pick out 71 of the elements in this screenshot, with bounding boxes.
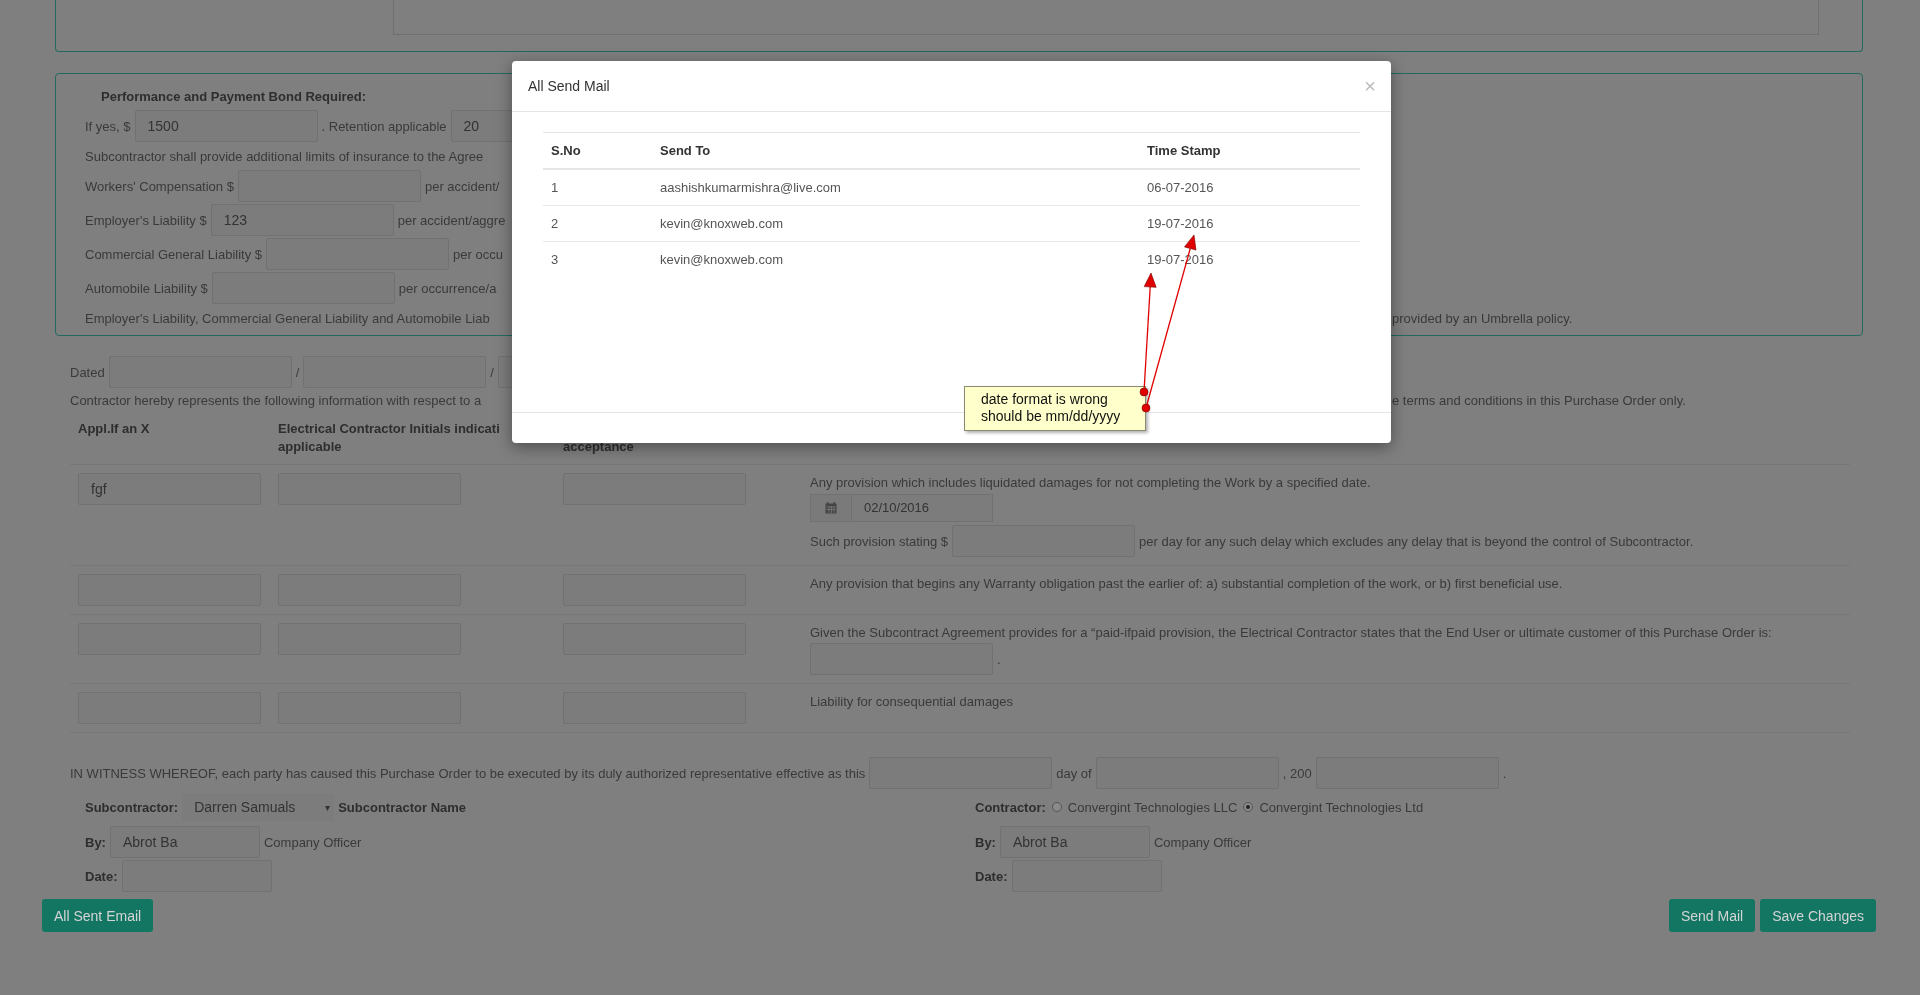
form-text: per accident/	[424, 178, 500, 194]
field-label: Date:	[85, 868, 118, 884]
form-text: .	[1502, 765, 1507, 781]
form-text: Commercial General Liability $	[85, 246, 262, 262]
form-text: Dated	[70, 364, 105, 380]
form-text: , 200	[1282, 765, 1312, 781]
input-field[interactable]: fgf	[78, 473, 261, 505]
form-text: per occurrence/a	[398, 280, 497, 296]
form-text: Company Officer	[263, 834, 362, 850]
field-label: Subcontractor Name	[338, 799, 467, 815]
form-text: e terms and conditions in this Purchase Order only.	[1392, 392, 1687, 408]
form-text: Given the Subcontract Agreement provides for a “paid-ifpaid provision, the Electrical Contractor states that the End User or ultimate customer of this Purchase Order is:	[810, 624, 1772, 640]
calendar-icon	[825, 502, 837, 514]
callout-note: date format is wrong should be mm/dd/yyyy	[964, 386, 1146, 431]
save-changes-button[interactable]: Save Changes	[1760, 899, 1876, 932]
form-text: Workers' Compensation $	[85, 178, 234, 194]
caret-icon: ▾	[325, 801, 331, 813]
form-text: /	[490, 364, 494, 380]
field-label: By:	[975, 834, 996, 850]
table-cell-text: kevin@knoxweb.com	[659, 252, 785, 267]
form-text: Employer's Liability $	[85, 212, 207, 228]
form-text: Employer's Liability, Commercial General Liability and Automobile Liab	[85, 310, 490, 326]
field-label: Date:	[975, 868, 1008, 884]
form-text: Any provision which includes liquidated damages for not completing the Work by a specified date.	[810, 474, 1371, 490]
form-text: Any provision that begins any Warranty obligation past the earlier of: a) substantial completion of the work, or b) first beneficial use.	[810, 575, 1563, 591]
radio-button[interactable]	[1051, 802, 1062, 812]
form-text: /	[295, 364, 300, 380]
form-text: per day for any such delay which excludes any delay that is beyond the control of Subcontractor.	[1139, 533, 1694, 549]
table-cell-text: 19-07-2016	[1146, 216, 1215, 231]
field-label: Subcontractor:	[85, 799, 179, 815]
form-text: Company Officer	[1153, 834, 1252, 850]
modal-title: All Send Mail	[528, 78, 610, 94]
form-text: Subcontractor shall provide additional limits of insurance to the Agree	[85, 148, 484, 164]
form-text: .	[997, 651, 1001, 667]
form-text: . Retention applicable	[321, 118, 447, 134]
radio-label[interactable]: Convergint Technologies Ltd	[1259, 799, 1424, 815]
field-label: Contractor:	[975, 799, 1046, 815]
column-header: Electrical Contractor Initials indicati applicable	[277, 420, 501, 456]
input-field[interactable]: 123	[210, 204, 394, 236]
radio-label[interactable]: Convergint Technologies LLC	[1067, 799, 1238, 815]
table-cell-text: 2	[550, 216, 560, 231]
form-text: per occu	[453, 246, 503, 262]
input-field[interactable]: 1500	[134, 110, 318, 142]
form-text: day of	[1056, 765, 1092, 781]
form-text: per accident/aggre	[397, 212, 506, 228]
column-header: S.No	[550, 143, 582, 158]
form-text: Such provision stating $	[810, 533, 949, 549]
section-title: Performance and Payment Bond Required:	[101, 88, 367, 106]
form-text: Liability for consequential damages	[810, 693, 1014, 709]
form-text: IN WITNESS WHEREOF, each party has caused this Purchase Order to be executed by its duly authorized representative effective as this	[70, 765, 866, 781]
close-button[interactable]: ×	[1364, 74, 1376, 98]
radio-button[interactable]	[1243, 802, 1254, 812]
table-cell-text: aashishkumarmishra@live.com	[659, 180, 842, 195]
all-sent-email-button[interactable]: All Sent Email	[42, 899, 154, 932]
date-field[interactable]: 02/10/2016	[810, 494, 993, 522]
column-header: Send To	[659, 143, 712, 158]
table-cell-text: 1	[550, 180, 560, 195]
column-header: acceptance	[562, 438, 635, 456]
input-field[interactable]: Abrot Ba	[999, 826, 1150, 858]
input-field[interactable]: Abrot Ba	[109, 826, 260, 858]
table-cell-text: 3	[550, 252, 560, 267]
form-text: If yes, $	[85, 118, 131, 134]
table-cell-text: kevin@knoxweb.com	[659, 216, 785, 231]
column-header: Appl.If an X	[77, 420, 151, 438]
form-text: provided by an Umbrella policy.	[1392, 310, 1574, 326]
field-label: By:	[85, 834, 106, 850]
table-cell-text: 06-07-2016	[1146, 180, 1215, 195]
send-mail-button[interactable]: Send Mail	[1668, 899, 1756, 932]
form-text: Contractor hereby represents the following information with respect to a	[70, 392, 482, 408]
column-header: Time Stamp	[1146, 143, 1222, 158]
form-text: Automobile Liability $	[85, 280, 208, 296]
